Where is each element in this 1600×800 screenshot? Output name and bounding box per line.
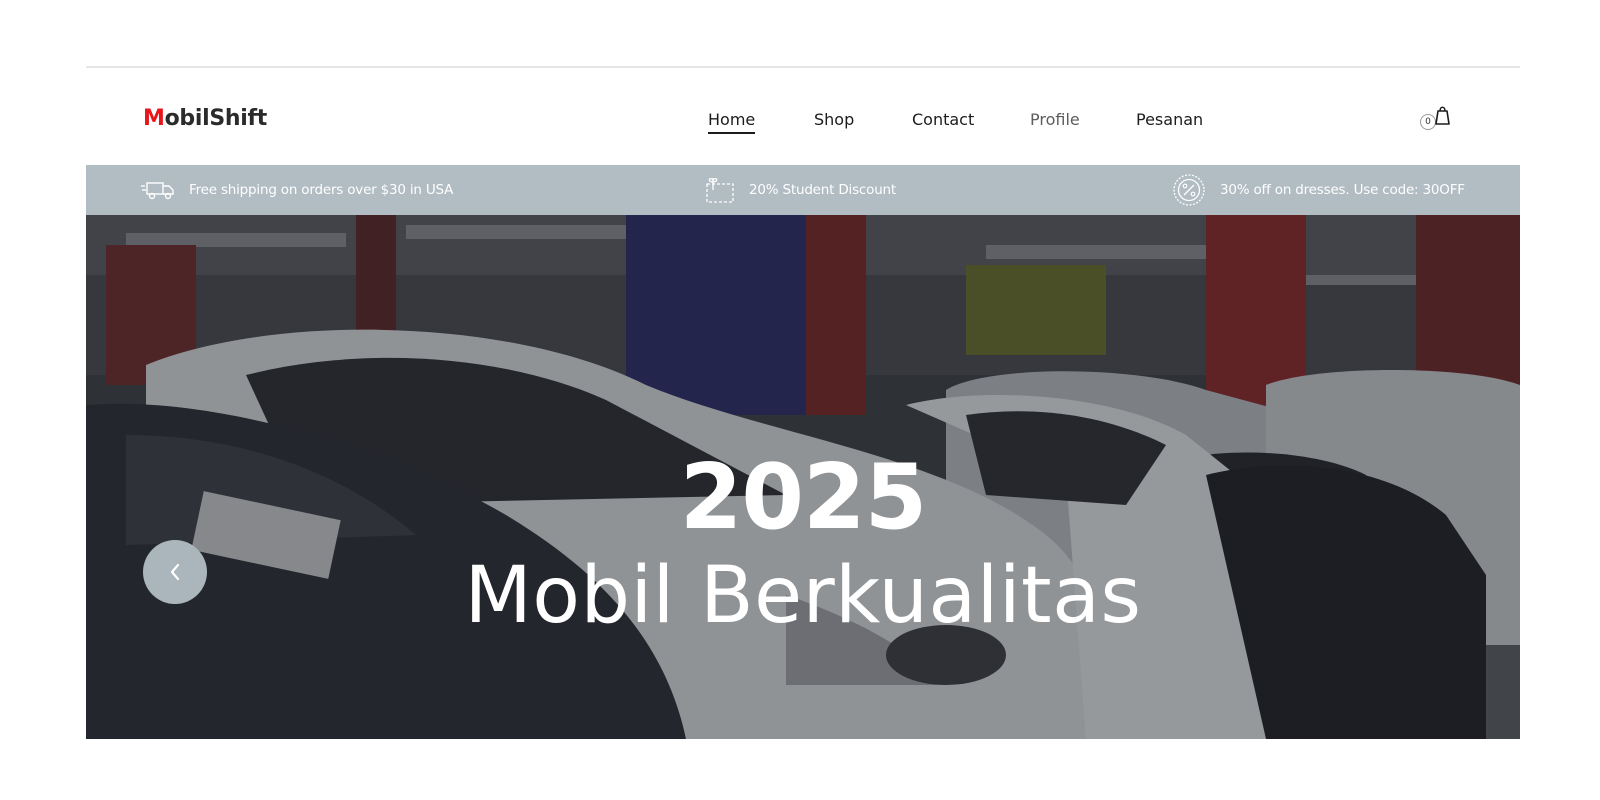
promo-shipping-text: Free shipping on orders over $30 in USA	[189, 182, 454, 198]
chevron-left-icon	[170, 563, 180, 581]
promo-student: 20% Student Discount	[705, 165, 896, 215]
brand-logo[interactable]: MobilShift	[143, 106, 267, 131]
nav-profile[interactable]: Profile	[1030, 110, 1080, 129]
promo-dresses-text: 30% off on dresses. Use code: 30OFF	[1220, 182, 1465, 198]
promo-shipping: Free shipping on orders over $30 in USA	[141, 165, 453, 215]
nav-home[interactable]: Home	[708, 110, 756, 134]
hero-subtitle: Mobil Berkualitas	[464, 551, 1142, 641]
nav-pesanan[interactable]: Pesanan	[1136, 110, 1203, 129]
truck-icon	[141, 182, 174, 200]
hero-title: 2025	[679, 445, 928, 550]
nav-contact[interactable]: Contact	[912, 110, 974, 129]
promo-bar: Free shipping on orders over $30 in USA …	[86, 165, 1520, 215]
promo-dresses: 30% off on dresses. Use code: 30OFF	[1172, 165, 1465, 215]
carousel-prev-button[interactable]	[143, 540, 207, 604]
gift-icon	[706, 178, 734, 203]
shopping-bag-icon	[1435, 106, 1450, 125]
promo-student-text: 20% Student Discount	[749, 182, 896, 198]
cart-button[interactable]: 0	[1420, 104, 1454, 134]
percent-badge-icon	[1173, 174, 1205, 206]
logo-initial: M	[143, 106, 165, 131]
hero-banner: 2025 Mobil Berkualitas	[86, 215, 1520, 739]
logo-name: obilShift	[164, 106, 268, 131]
site-header: MobilShift Home Shop Contact Profile Pes…	[86, 68, 1520, 166]
nav-shop[interactable]: Shop	[814, 110, 854, 129]
